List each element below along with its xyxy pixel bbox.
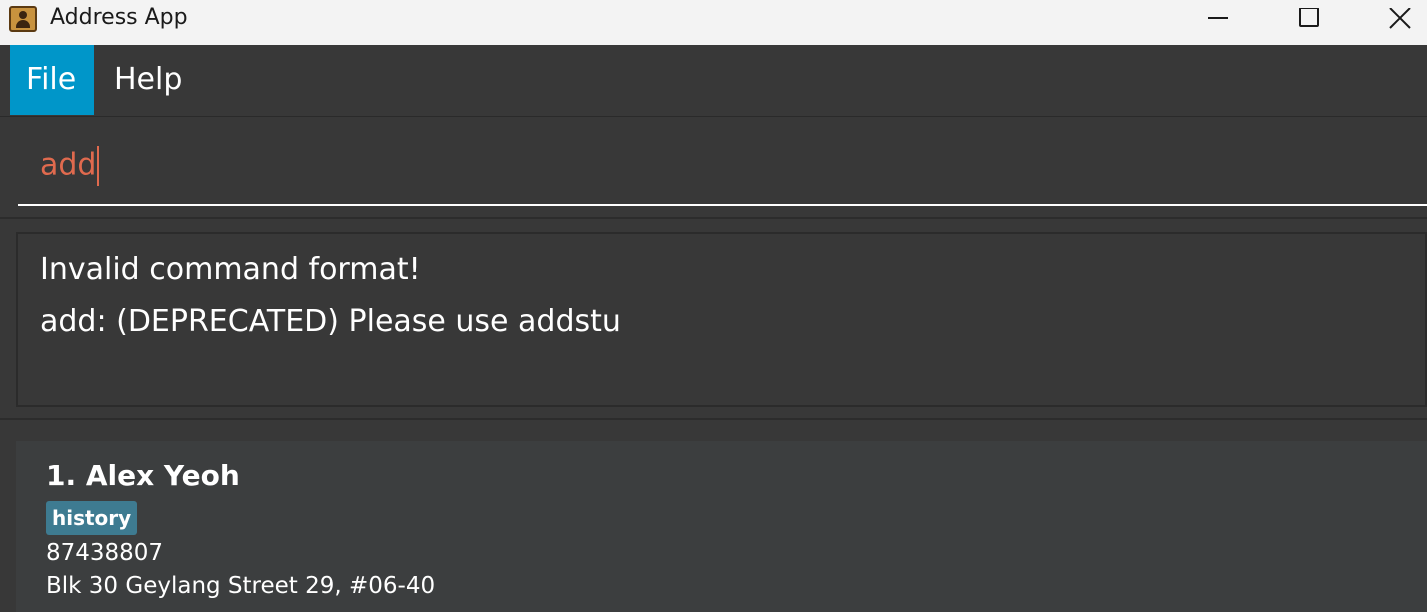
person-phone: 87438807 [46, 540, 164, 566]
divider [0, 418, 1427, 420]
result-line: add: (DEPRECATED) Please use addstu [40, 304, 621, 339]
minimize-icon [1208, 17, 1228, 19]
menu-bar: File Help [0, 45, 1427, 117]
command-value: add [40, 147, 97, 183]
address-book-icon [9, 6, 37, 32]
maximize-icon [1299, 8, 1319, 27]
command-text-wrap: add [40, 146, 100, 186]
maximize-button[interactable] [1284, 0, 1332, 40]
menu-help[interactable]: Help [98, 45, 198, 115]
result-display: Invalid command format! add: (DEPRECATED… [16, 232, 1427, 407]
person-list[interactable]: 1. Alex Yeoh history 87438807 Blk 30 Gey… [16, 441, 1427, 612]
person-address: Blk 30 Geylang Street 29, #06-40 [46, 573, 436, 599]
divider [0, 217, 1427, 219]
person-name: 1. Alex Yeoh [46, 459, 240, 492]
tag-badge: history [46, 501, 138, 535]
text-caret [97, 146, 100, 186]
window-title: Address App [50, 5, 188, 30]
close-button[interactable] [1376, 0, 1424, 40]
menu-file[interactable]: File [10, 45, 94, 115]
close-icon [1389, 8, 1411, 29]
command-input[interactable]: add [18, 130, 1427, 206]
minimize-button[interactable] [1194, 0, 1242, 40]
result-line: Invalid command format! [40, 252, 421, 287]
title-bar: Address App [0, 0, 1427, 45]
